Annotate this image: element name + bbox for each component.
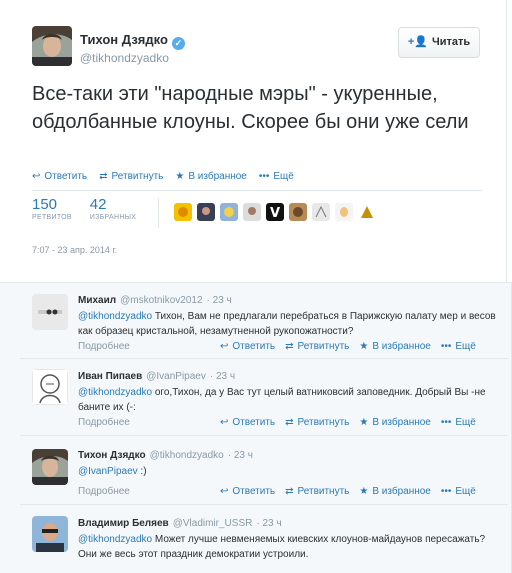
favorites-label: ИЗБРАННЫХ <box>89 214 137 221</box>
mention-link[interactable]: @IvanPipaev <box>78 466 138 477</box>
main-tweet: Тихон Дзядко ✓ @tikhondzyadko +👤 Читать Вс… <box>0 0 507 282</box>
more-dots-icon: ••• <box>440 341 452 352</box>
favoriter-avatar[interactable] <box>312 203 330 221</box>
more-dots-icon: ••• <box>440 417 452 428</box>
follow-person-icon: +👤 <box>407 36 428 48</box>
retweets-label: РЕТВИТОВ <box>32 214 72 221</box>
reply-button[interactable]: ↩ Ответить <box>32 171 87 182</box>
reply-button[interactable]: ↩ Ответить <box>220 417 275 428</box>
reply-author-handle[interactable]: @IvanPipaev <box>146 371 206 382</box>
reply-author-handle[interactable]: @mskotnikov2012 <box>120 295 202 306</box>
more-button[interactable]: ••• Ещё <box>259 171 294 182</box>
more-button[interactable]: ••• Ещё <box>441 341 476 352</box>
replies-list: Михаил @mskotnikov2012 · 23 ч @tikhondzyad… <box>0 282 512 573</box>
favoriter-avatar[interactable] <box>243 203 261 221</box>
star-icon: ★ <box>359 486 369 497</box>
retweets-count: 150 <box>32 196 58 213</box>
reply-text: @tikhondzyadko ого,Тихон, да у Вас тут ц… <box>78 387 486 413</box>
retweet-button[interactable]: ⇄ Ретвитнуть <box>285 486 349 497</box>
reply-icon: ↩ <box>220 486 229 497</box>
mention-link[interactable]: @tikhondzyadko <box>78 311 152 322</box>
reply-time[interactable]: · 23 ч <box>256 518 281 529</box>
reply-tweet: Владимир Беляев @Vladimir_USSR · 23 ч @tik… <box>20 505 508 573</box>
reply-author-handle[interactable]: @Vladimir_USSR <box>173 518 253 529</box>
retweet-icon: ⇄ <box>285 341 294 352</box>
favoriter-avatar[interactable] <box>174 203 192 221</box>
reply-button[interactable]: ↩ Ответить <box>220 341 275 352</box>
reply-author-handle[interactable]: @tikhondzyadko <box>150 450 224 461</box>
favorites-count: 42 <box>89 196 107 213</box>
reply-avatar[interactable] <box>32 516 68 552</box>
reply-author-name[interactable]: Владимир Беляев <box>78 518 169 529</box>
favoriter-avatar[interactable] <box>220 203 238 221</box>
retweet-icon: ⇄ <box>99 171 108 182</box>
favoriter-avatar[interactable]: V <box>266 203 284 221</box>
author-avatar[interactable] <box>32 26 72 66</box>
favoriter-avatar[interactable] <box>335 203 353 221</box>
reply-text: @tikhondzyadko Тихон, Вам не предлагали … <box>78 311 496 337</box>
reply-tweet: Михаил @mskotnikov2012 · 23 ч @tikhondzyad… <box>20 283 508 358</box>
reply-icon: ↩ <box>220 341 229 352</box>
reply-actions: ↩ Ответить ⇄ Ретвитнуть ★ В избранное ••• Ещ… <box>220 341 486 352</box>
reply-time[interactable]: · 23 ч <box>210 371 235 382</box>
tweet-timestamp[interactable]: 7:07 - 23 апр. 2014 г. <box>32 245 117 255</box>
reply-button[interactable]: ↩ Ответить <box>220 486 275 497</box>
divider <box>158 198 159 228</box>
reply-time[interactable]: · 23 ч <box>207 295 232 306</box>
retweet-icon: ⇄ <box>285 486 294 497</box>
reply-actions: ↩ Ответить ⇄ Ретвитнуть ★ В избранное ••• Ещ… <box>220 486 486 497</box>
star-icon: ★ <box>175 171 185 182</box>
retweet-button[interactable]: ⇄ Ретвитнуть <box>285 341 349 352</box>
retweet-button[interactable]: ⇄ Ретвитнуть <box>99 171 163 182</box>
tweet-actions: ↩ Ответить ⇄ Ретвитнуть ★ В избранное ••• Ещ… <box>32 171 306 182</box>
star-icon: ★ <box>359 341 369 352</box>
favoriters-avatars: V <box>174 203 381 221</box>
favoriter-avatar[interactable] <box>197 203 215 221</box>
more-button[interactable]: ••• Ещё <box>441 417 476 428</box>
retweets-stat[interactable]: 150 РЕТВИТОВ <box>32 197 72 227</box>
favorites-stat[interactable]: 42 ИЗБРАННЫХ <box>90 197 136 227</box>
expand-link[interactable]: Подробнее <box>78 486 130 497</box>
reply-author-name[interactable]: Иван Пипаев <box>78 371 142 382</box>
mention-link[interactable]: @tikhondzyadko <box>78 387 152 398</box>
reply-avatar[interactable] <box>32 294 68 330</box>
more-button[interactable]: ••• Ещё <box>441 486 476 497</box>
favoriter-avatar[interactable] <box>289 203 307 221</box>
reply-time[interactable]: · 23 ч <box>228 450 253 461</box>
reply-avatar[interactable] <box>32 369 68 405</box>
more-dots-icon: ••• <box>258 171 270 182</box>
reply-author-name[interactable]: Тихон Дзядко <box>78 450 146 461</box>
follow-button[interactable]: +👤 Читать <box>398 27 480 58</box>
more-dots-icon: ••• <box>440 486 452 497</box>
reply-text: @tikhondzyadko Может лучше невменяемых к… <box>78 534 486 560</box>
expand-link[interactable]: Подробнее <box>78 341 130 352</box>
favorite-button[interactable]: ★ В избранное <box>175 171 247 182</box>
retweet-icon: ⇄ <box>285 417 294 428</box>
reply-author-name[interactable]: Михаил <box>78 295 116 306</box>
tweet-text: Все-таки эти "народные мэры" - укуренные… <box>32 83 469 133</box>
tweet-stats: 150 РЕТВИТОВ 42 ИЗБРАННЫХ <box>32 197 154 227</box>
divider <box>32 190 482 191</box>
favorite-button[interactable]: ★ В избранное <box>359 486 431 497</box>
favoriter-avatar[interactable] <box>358 203 376 221</box>
favorite-button[interactable]: ★ В избранное <box>359 341 431 352</box>
retweet-button[interactable]: ⇄ Ретвитнуть <box>285 417 349 428</box>
reply-icon: ↩ <box>220 417 229 428</box>
mention-link[interactable]: @tikhondzyadko <box>78 534 152 545</box>
favorite-button[interactable]: ★ В избранное <box>359 417 431 428</box>
author-handle[interactable]: @tikhondzyadko <box>80 51 169 65</box>
reply-actions: ↩ Ответить ⇄ Ретвитнуть ★ В избранное ••• Ещ… <box>220 417 486 428</box>
reply-icon: ↩ <box>32 171 41 182</box>
reply-avatar[interactable] <box>32 449 68 485</box>
expand-link[interactable]: Подробнее <box>78 417 130 428</box>
svg-text:V: V <box>270 206 280 221</box>
author-name[interactable]: Тихон Дзядко ✓ <box>80 32 185 50</box>
verified-badge-icon: ✓ <box>171 37 185 50</box>
reply-tweet: Тихон Дзядко @tikhondzyadko · 23 ч @IvanPi… <box>20 436 508 504</box>
reply-text: @IvanPipaev :) <box>78 466 147 477</box>
reply-tweet: Иван Пипаев @IvanPipaev · 23 ч @tikhondzya… <box>20 359 508 435</box>
star-icon: ★ <box>359 417 369 428</box>
